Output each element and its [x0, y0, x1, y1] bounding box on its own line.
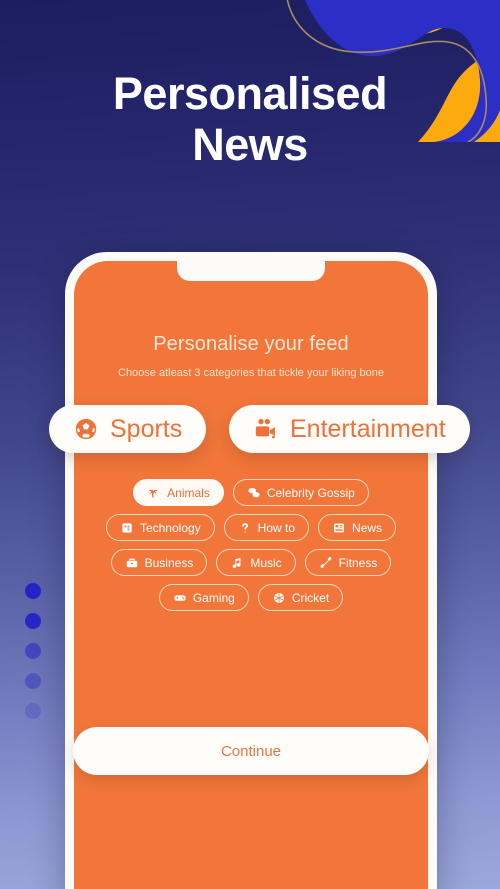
yellow-blob-shape: [373, 0, 500, 34]
category-chip-animals[interactable]: Animals: [133, 479, 224, 506]
chip-label: Business: [144, 555, 194, 570]
category-chip-cricket[interactable]: Cricket: [257, 584, 344, 611]
chip-row: Gaming Cricket: [158, 584, 344, 611]
category-chip-business[interactable]: Business: [110, 549, 208, 576]
category-chip-celebrity-gossip[interactable]: Celebrity Gossip: [232, 479, 369, 506]
pagination-dot[interactable]: [25, 643, 41, 659]
chip-row: Technology How to News: [105, 514, 397, 541]
screen-header: Personalise your feed Choose atleast 3 c…: [74, 333, 428, 381]
music-note-icon: [230, 556, 244, 570]
chip-circuit-icon: [120, 521, 134, 535]
pagination-dot[interactable]: [25, 703, 41, 719]
selected-chip-label: Sports: [110, 414, 183, 443]
chip-label: How to: [257, 520, 296, 535]
category-chip-news[interactable]: News: [318, 514, 397, 541]
cricket-ball-icon: [272, 591, 286, 605]
chip-label: Cricket: [291, 590, 330, 605]
chip-row: Animals Celebrity Gossip: [133, 479, 369, 506]
pagination-dot[interactable]: [25, 583, 41, 599]
newspaper-icon: [332, 521, 346, 535]
category-chip-grid: Animals Celebrity Gossip Technology How …: [74, 479, 428, 611]
category-chip-technology[interactable]: Technology: [105, 514, 215, 541]
phone-mockup: Personalise your feed Choose atleast 3 c…: [65, 252, 437, 889]
continue-button[interactable]: Continue: [73, 727, 429, 775]
chip-label: Animals: [167, 485, 210, 500]
selected-chip-label: Entertainment: [290, 414, 446, 443]
pagination-dot[interactable]: [25, 613, 41, 629]
category-chip-music[interactable]: Music: [216, 549, 296, 576]
chip-label: Fitness: [338, 555, 378, 570]
chip-label: Technology: [139, 520, 201, 535]
category-chip-gaming[interactable]: Gaming: [158, 584, 249, 611]
pagination-dot[interactable]: [25, 673, 41, 689]
briefcase-icon: [125, 556, 139, 570]
selected-chip-entertainment[interactable]: Entertainment: [229, 405, 470, 453]
chip-row: Business Music Fitness: [110, 549, 392, 576]
gamepad-icon: [173, 591, 187, 605]
phone-notch: [177, 261, 325, 281]
question-mark-icon: [238, 521, 252, 535]
category-chip-fitness[interactable]: Fitness: [304, 549, 392, 576]
page-title-line2: News: [192, 119, 308, 170]
pagination-dots[interactable]: [25, 583, 41, 719]
page-title-line1: Personalised: [112, 68, 388, 119]
palm-tree-icon: [147, 486, 161, 500]
phone-screen: Personalise your feed Choose atleast 3 c…: [74, 261, 428, 889]
chip-label: Gaming: [192, 590, 235, 605]
promo-banner: Personalised News Personalise your feed …: [0, 0, 500, 889]
selected-chip-sports[interactable]: Sports: [49, 405, 207, 453]
page-title: Personalised News: [0, 68, 500, 170]
chip-label: Celebrity Gossip: [266, 485, 355, 500]
soccer-ball-icon: [73, 416, 99, 442]
chip-label: News: [352, 520, 383, 535]
category-chip-how-to[interactable]: How to: [223, 514, 310, 541]
movie-camera-icon: [253, 416, 279, 442]
feed-heading: Personalise your feed: [153, 333, 349, 355]
chip-label: Music: [250, 555, 282, 570]
continue-button-label: Continue: [220, 742, 282, 760]
dumbbell-icon: [319, 556, 333, 570]
selected-category-row: Sports Entertainment: [0, 403, 500, 455]
feed-subheading: Choose atleast 3 categories that tickle …: [118, 367, 384, 379]
chat-bubbles-icon: [247, 486, 261, 500]
